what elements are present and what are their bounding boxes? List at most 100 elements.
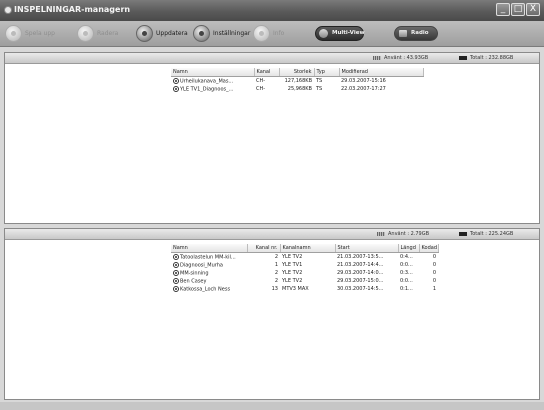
- cell-channel-name: YLE TV2: [282, 278, 303, 284]
- cell-type: TS: [316, 86, 323, 92]
- table-row[interactable]: YLE TV1_Diagnoos_... CH- 25,968KB TS 22.…: [171, 85, 423, 93]
- used-space-text: Använt : 2.79GB: [388, 231, 430, 237]
- cell-size: 25,968KB: [287, 86, 312, 92]
- cell-name-text: Diagnoosi_Murha: [180, 262, 223, 269]
- refresh-label: Uppdatera: [156, 30, 188, 37]
- column-header-size[interactable]: Storlek: [279, 68, 315, 77]
- used-swatch: [377, 231, 385, 236]
- title-bar: INSPELNINGAR-managern _ □ X: [0, 0, 544, 21]
- column-header-channel-name[interactable]: Kanalnamn: [280, 244, 336, 253]
- cell-name-text: YLE TV1_Diagnoos_...: [180, 86, 234, 93]
- cell-modified: 22.03.2007-17:27: [341, 86, 386, 92]
- cell-channel-number: 2: [274, 278, 278, 284]
- table-header-row: Namn Kanal nr. Kanalnamn Start Längd Kod…: [171, 244, 439, 253]
- cell-name-text: Urheilukanava_Mas...: [180, 78, 234, 85]
- recording-file-icon: [173, 261, 179, 268]
- cell-encrypted: 0: [432, 254, 436, 260]
- cell-start: 29.03.2007-15:0...: [337, 278, 384, 284]
- column-header-channel-number[interactable]: Kanal nr.: [247, 244, 281, 253]
- cell-length: 0:0...: [400, 262, 413, 268]
- recording-file-icon: [173, 285, 179, 292]
- minimize-button[interactable]: _: [496, 3, 510, 16]
- maximize-button[interactable]: □: [511, 3, 525, 16]
- cell-name: Ben Casey: [171, 277, 247, 285]
- cell-name-text: MM-sinning: [180, 270, 209, 277]
- scheduled-table: Namn Kanal nr. Kanalnamn Start Längd Kod…: [171, 244, 439, 293]
- cell-size: 127,168KB: [284, 78, 312, 84]
- delete-icon: [77, 25, 94, 42]
- radio-label: Radio: [411, 30, 429, 36]
- multiview-label: Multi-View: [332, 30, 365, 36]
- used-swatch: [373, 55, 381, 60]
- table-row[interactable]: Tatoolastelun MM-kil... 2 YLE TV2 21.03.…: [171, 253, 438, 262]
- close-button[interactable]: X: [526, 3, 540, 16]
- window-title: INSPELNINGAR-managern: [14, 5, 131, 14]
- cell-start: 21.03.2007-13:5...: [337, 254, 384, 260]
- cell-name: Urheilukanava_Mas...: [171, 77, 254, 86]
- scheduled-panel: Använt : 2.79GB Totalt : 225.24GB Namn K…: [4, 228, 540, 400]
- play-icon: [5, 25, 22, 42]
- recording-file-icon: [173, 277, 179, 284]
- refresh-icon: [136, 25, 153, 42]
- column-header-encrypted[interactable]: Kodad: [419, 244, 439, 253]
- column-header-start[interactable]: Start: [335, 244, 399, 253]
- cell-name-text: Katkossa_Loch Ness: [180, 286, 231, 293]
- cell-channel-name: MTV3 MAX: [282, 286, 309, 292]
- multiview-icon: [319, 29, 328, 38]
- recording-file-icon: [173, 269, 179, 276]
- table-row[interactable]: Katkossa_Loch Ness 13 MTV3 MAX 30.03.200…: [171, 285, 438, 293]
- recording-file-icon: [173, 85, 179, 92]
- total-swatch: [459, 55, 467, 60]
- column-header-name[interactable]: Namn: [171, 68, 255, 77]
- cell-name-text: Ben Casey: [180, 278, 207, 285]
- recordings-manager-window: INSPELNINGAR-managern _ □ X Spela upp Ra…: [0, 0, 544, 410]
- table-row[interactable]: Diagnoosi_Murha 1 YLE TV1 21.03.2007-14:…: [171, 261, 438, 269]
- recording-file-icon: [173, 77, 179, 84]
- cell-encrypted: 0: [432, 270, 436, 276]
- cell-channel-number: 2: [274, 270, 278, 276]
- cell-channel-name: YLE TV2: [282, 254, 303, 260]
- used-space-text: Använt : 43.93GB: [384, 55, 429, 61]
- recordings-table: Namn Kanal Storlek Typ Modifierad Urheil…: [171, 68, 424, 93]
- cell-length: 0:0...: [400, 278, 413, 284]
- toolbar: Spela upp Radera Uppdatera Inställningar…: [0, 21, 544, 47]
- radio-icon: [399, 30, 407, 37]
- cell-modified: 29.03.2007-15:16: [341, 78, 386, 84]
- cell-name: Tatoolastelun MM-kil...: [171, 253, 247, 262]
- total-space-text: Totalt : 232.88GB: [470, 55, 514, 61]
- play-label: Spela upp: [25, 30, 55, 37]
- cell-name: MM-sinning: [171, 269, 247, 277]
- cell-channel: CH-: [256, 78, 266, 84]
- cell-name: YLE TV1_Diagnoos_...: [171, 85, 254, 93]
- device-status-bar: Använt : 2.79GB Totalt : 225.24GB: [5, 229, 539, 240]
- app-icon: [4, 6, 12, 14]
- cell-type: TS: [316, 78, 323, 84]
- cell-start: 30.03.2007-14:5...: [337, 286, 384, 292]
- cell-start: 29.03.2007-14:0...: [337, 270, 384, 276]
- cell-channel-number: 1: [274, 262, 278, 268]
- recordings-panel: Använt : 43.93GB Totalt : 232.88GB Namn …: [4, 52, 540, 224]
- info-icon: [253, 25, 270, 42]
- info-label: Info: [273, 30, 285, 37]
- column-header-name[interactable]: Namn: [171, 244, 248, 253]
- cell-channel-number: 13: [271, 286, 278, 292]
- cell-encrypted: 0: [432, 262, 436, 268]
- radio-button[interactable]: Radio: [394, 26, 438, 41]
- table-header-row: Namn Kanal Storlek Typ Modifierad: [171, 68, 424, 77]
- cell-name-text: Tatoolastelun MM-kil...: [180, 254, 236, 261]
- delete-label: Radera: [97, 30, 119, 37]
- cell-name: Katkossa_Loch Ness: [171, 285, 247, 293]
- column-header-channel[interactable]: Kanal: [254, 68, 280, 77]
- table-row[interactable]: Ben Casey 2 YLE TV2 29.03.2007-15:0... 0…: [171, 277, 438, 285]
- cell-length: 0:1...: [400, 286, 413, 292]
- cell-channel: CH-: [256, 86, 266, 92]
- table-row[interactable]: MM-sinning 2 YLE TV2 29.03.2007-14:0... …: [171, 269, 438, 277]
- column-header-length[interactable]: Längd: [398, 244, 420, 253]
- settings-label: Inställningar: [213, 30, 251, 37]
- column-header-type[interactable]: Typ: [314, 68, 340, 77]
- table-row[interactable]: Urheilukanava_Mas... CH- 127,168KB TS 29…: [171, 77, 423, 86]
- total-space-text: Totalt : 225.24GB: [470, 231, 514, 237]
- total-space-legend: Totalt : 225.24GB: [459, 231, 513, 237]
- multiview-button[interactable]: Multi-View: [315, 26, 365, 41]
- column-header-modified[interactable]: Modifierad: [339, 68, 424, 77]
